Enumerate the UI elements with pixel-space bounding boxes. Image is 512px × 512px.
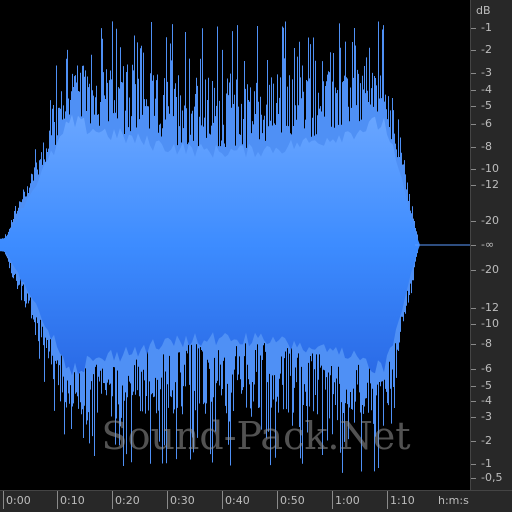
db-scale-ruler: dB -1 -2 -3 -4 -5 -6 -8 -10 -12 -20 -∞ -20 -12 -10 -8 -…	[470, 0, 512, 490]
db-tick	[471, 270, 476, 271]
time-tick	[387, 491, 388, 509]
db-tick	[471, 106, 476, 107]
time-tick-label: 0:20	[115, 494, 140, 507]
db-tick-label: -10	[481, 317, 499, 330]
db-tick-label: -1	[481, 21, 492, 34]
time-tick	[167, 491, 168, 509]
waveform-display[interactable]	[0, 0, 470, 490]
time-tick-label: 0:50	[280, 494, 305, 507]
db-tick	[471, 464, 476, 465]
db-tick-label: -∞	[481, 238, 495, 251]
db-tick-label: -1	[481, 457, 492, 470]
time-tick-label: 0:10	[60, 494, 85, 507]
db-tick-label: -4	[481, 394, 492, 407]
db-tick-label: -20	[481, 214, 499, 227]
db-tick-label: -8	[481, 337, 492, 350]
db-tick	[471, 401, 476, 402]
db-tick	[471, 478, 476, 479]
db-tick-label: -8	[481, 140, 492, 153]
db-unit-label: dB	[476, 4, 491, 17]
db-tick-label: -0,5	[481, 471, 503, 484]
time-ruler[interactable]: h:m:s 0:00 0:10 0:20 0:30 0:40 0:50 1:00 1:10	[0, 490, 512, 512]
db-tick-label: -5	[481, 379, 492, 392]
time-tick-label: 0:40	[225, 494, 250, 507]
db-tick	[471, 441, 476, 442]
db-tick	[471, 28, 476, 29]
db-tick-label: -6	[481, 362, 492, 375]
db-tick-label: -6	[481, 117, 492, 130]
time-tick	[332, 491, 333, 509]
db-tick-label: -3	[481, 410, 492, 423]
waveform-svg[interactable]	[0, 0, 470, 490]
db-tick	[471, 169, 476, 170]
db-tick-label: -12	[481, 178, 499, 191]
db-tick-label: -3	[481, 66, 492, 79]
time-tick-label: 1:10	[390, 494, 415, 507]
time-unit-label: h:m:s	[438, 494, 469, 507]
db-tick	[471, 221, 476, 222]
db-tick	[471, 90, 476, 91]
db-tick	[471, 417, 476, 418]
db-tick	[471, 185, 476, 186]
db-tick-label: -10	[481, 162, 499, 175]
time-tick-label: 1:00	[335, 494, 360, 507]
db-tick	[471, 124, 476, 125]
db-tick-label: -4	[481, 83, 492, 96]
db-tick	[471, 73, 476, 74]
db-tick	[471, 308, 476, 309]
db-tick	[471, 147, 476, 148]
time-tick	[3, 491, 4, 509]
db-tick	[471, 344, 476, 345]
time-tick	[277, 491, 278, 509]
time-tick-label: 0:00	[6, 494, 31, 507]
db-tick	[471, 50, 476, 51]
db-tick-label: -5	[481, 99, 492, 112]
db-tick-label: -2	[481, 43, 492, 56]
time-tick	[222, 491, 223, 509]
db-tick	[471, 324, 476, 325]
time-tick	[112, 491, 113, 509]
db-tick	[471, 245, 476, 246]
waveform-rms-body	[0, 114, 420, 376]
db-tick-label: -20	[481, 263, 499, 276]
db-tick-label: -12	[481, 301, 499, 314]
db-tick-label: -2	[481, 434, 492, 447]
time-tick	[57, 491, 58, 509]
db-tick	[471, 369, 476, 370]
time-tick-label: 0:30	[170, 494, 195, 507]
db-tick	[471, 386, 476, 387]
waveform-editor-view: dB -1 -2 -3 -4 -5 -6 -8 -10 -12 -20 -∞ -20 -12 -10 -8 -…	[0, 0, 512, 512]
